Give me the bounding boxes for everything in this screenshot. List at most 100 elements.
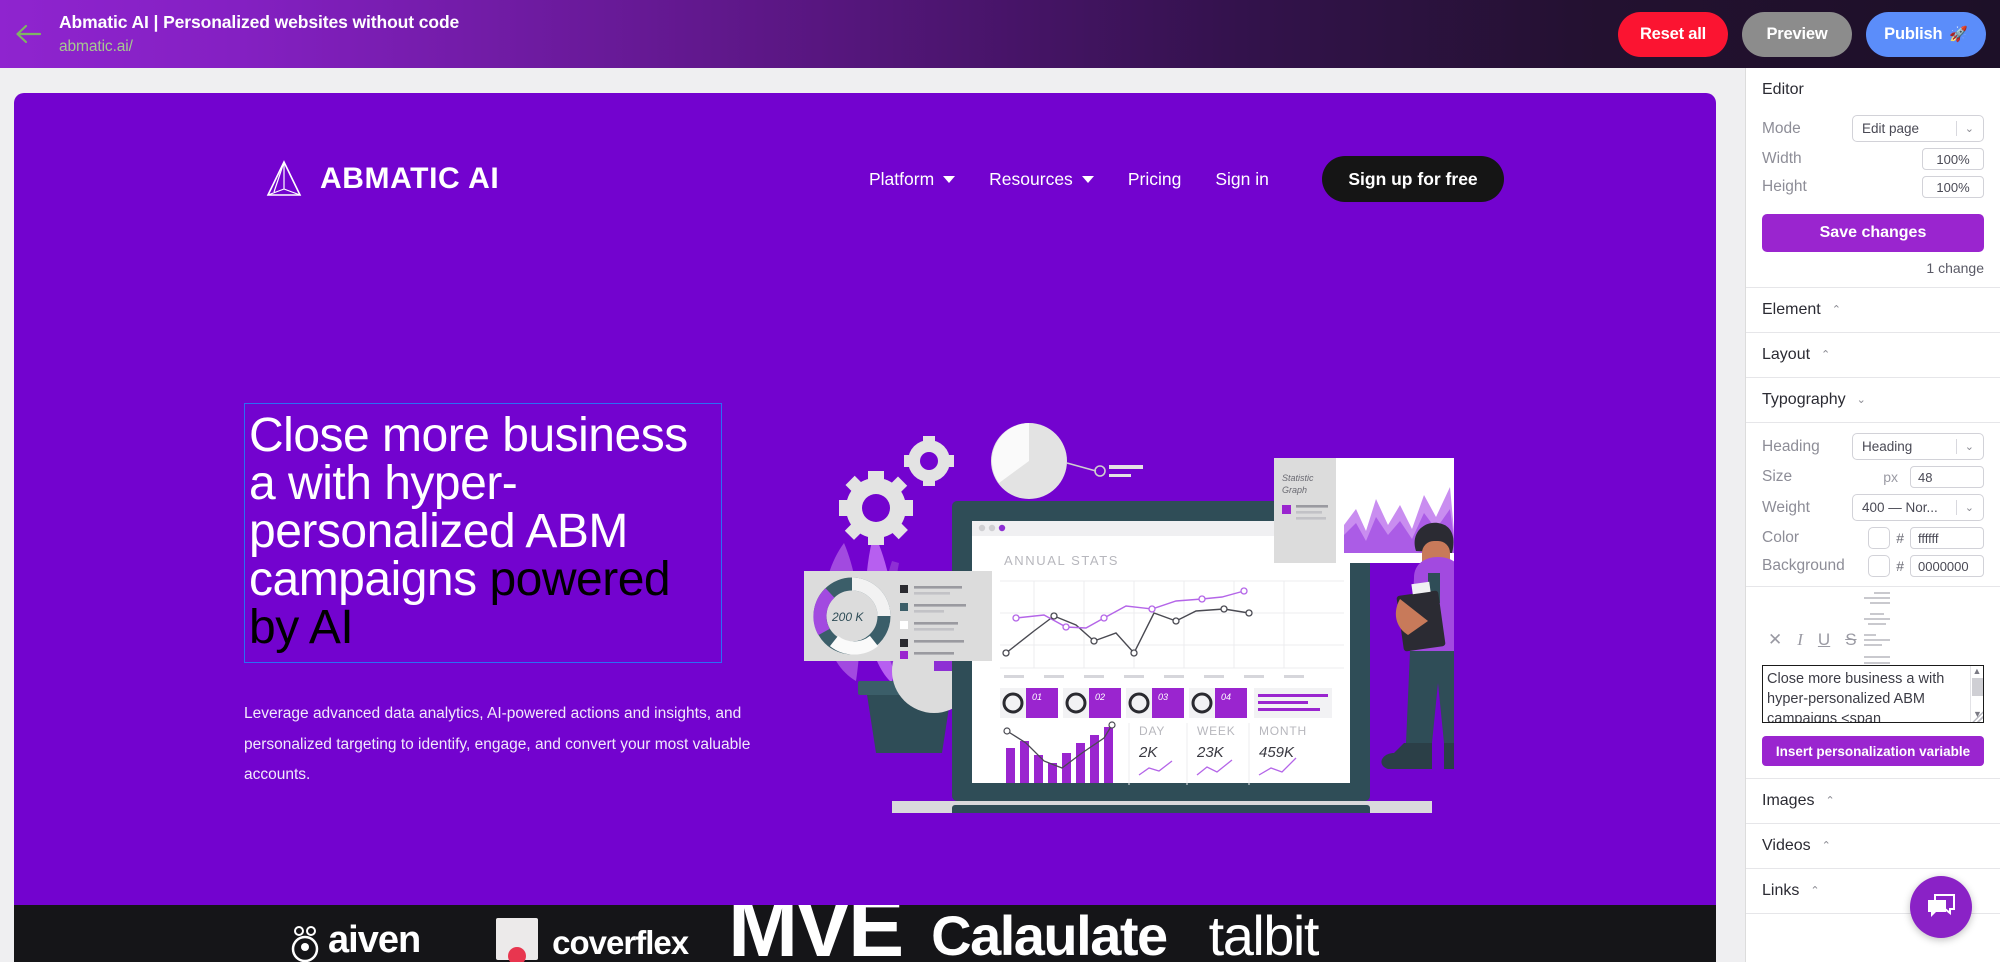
- svg-text:WEEK: WEEK: [1197, 724, 1236, 738]
- logo-label: MVE: [728, 901, 904, 962]
- hero-subcopy: Leverage advanced data analytics, AI-pow…: [244, 705, 751, 784]
- italic-icon[interactable]: I: [1797, 631, 1803, 648]
- section-element[interactable]: Element ⌃: [1746, 288, 2000, 333]
- mode-value: Edit page: [1862, 121, 1920, 136]
- section-title: Layout: [1762, 346, 1811, 363]
- align-center-icon[interactable]: [1864, 612, 1890, 627]
- page-title: Abmatic AI | Personalized websites witho…: [59, 12, 460, 32]
- section-images[interactable]: Images ⌃: [1746, 779, 2000, 824]
- page-url: abmatic.ai/: [59, 38, 133, 55]
- svg-text:Graph: Graph: [1282, 485, 1307, 495]
- insert-personalization-variable-button[interactable]: Insert personalization variable: [1762, 736, 1984, 766]
- height-input[interactable]: 100%: [1922, 176, 1984, 198]
- richtext-toolbar: ✕ I U S: [1746, 587, 2000, 664]
- background-swatch[interactable]: [1868, 555, 1891, 577]
- weight-label: Weight: [1762, 498, 1810, 516]
- heading-value: Heading: [1862, 439, 1913, 454]
- save-changes-button[interactable]: Save changes: [1762, 214, 1984, 252]
- section-title: Links: [1762, 882, 1800, 899]
- size-input[interactable]: 48: [1910, 466, 1984, 488]
- triangle-logo-icon: [266, 160, 302, 196]
- background-label: Background: [1762, 557, 1845, 574]
- section-title: Typography: [1762, 391, 1846, 408]
- heading-label: Heading: [1762, 437, 1820, 455]
- strikethrough-icon[interactable]: S: [1845, 631, 1856, 648]
- mode-select[interactable]: Edit page ⌄: [1852, 115, 1984, 142]
- chevron-down-icon: ⌄: [1964, 502, 1974, 514]
- logo-label: aiven: [328, 919, 421, 961]
- width-label: Width: [1762, 150, 1802, 167]
- heading-html-textarea[interactable]: Close more business a with hyper-persona…: [1762, 665, 1984, 723]
- color-hex-input[interactable]: ffffff: [1910, 527, 1984, 549]
- color-swatch[interactable]: [1868, 527, 1891, 549]
- section-videos[interactable]: Videos ⌃: [1746, 824, 2000, 869]
- align-right-icon[interactable]: [1864, 591, 1890, 606]
- color-controls: # ffffff: [1868, 527, 1984, 549]
- nav-item-resources[interactable]: Resources: [989, 169, 1094, 190]
- background-controls: # 0000000: [1868, 555, 1984, 577]
- hero-headline: Close more business a with hyper-persona…: [249, 412, 717, 652]
- svg-text:02: 02: [1095, 692, 1105, 702]
- chat-widget-button[interactable]: [1910, 876, 1972, 938]
- selected-heading-element[interactable]: Close more business a with hyper-persona…: [244, 403, 722, 663]
- svg-text:DAY: DAY: [1139, 724, 1165, 738]
- select-divider: [1955, 439, 1957, 454]
- section-title: Videos: [1762, 837, 1811, 854]
- hero-text-block: Close more business a with hyper-persona…: [244, 403, 750, 791]
- section-typography[interactable]: Typography ⌄: [1746, 378, 2000, 423]
- svg-text:04: 04: [1221, 692, 1231, 702]
- mode-row: Mode Edit page ⌄: [1746, 112, 2000, 145]
- clear-format-icon[interactable]: ✕: [1768, 631, 1782, 648]
- height-row: Height 100%: [1746, 173, 2000, 201]
- chevron-up-icon: ⌃: [1831, 303, 1841, 316]
- align-left-icon[interactable]: [1864, 633, 1890, 648]
- richtext-format-buttons: ✕ I U S: [1768, 631, 1857, 648]
- width-input[interactable]: 100%: [1922, 148, 1984, 170]
- weight-row: Weight 400 — Nor... ⌄: [1746, 491, 2000, 524]
- nav-label: Pricing: [1127, 168, 1182, 189]
- site-meta: Abmatic AI | Personalized websites witho…: [56, 12, 459, 56]
- signup-cta-button[interactable]: Sign up for free: [1322, 156, 1504, 202]
- preview-site-nav: ABMATIC AI Platform Resources Pricing Si…: [14, 141, 1716, 217]
- back-button[interactable]: [0, 0, 56, 68]
- section-title: Element: [1762, 301, 1821, 318]
- heading-select[interactable]: Heading ⌄: [1852, 433, 1984, 460]
- aiven-mascot-icon: [291, 926, 319, 962]
- heading-row: Heading Heading ⌄: [1746, 430, 2000, 463]
- height-label: Height: [1762, 178, 1807, 195]
- chevron-up-icon: ⌃: [1821, 348, 1831, 361]
- chevron-down-icon: ⌄: [1856, 393, 1866, 406]
- coverflex-mark-icon: [496, 918, 539, 962]
- chevron-down-icon: [943, 175, 956, 183]
- editor-sidebar: Editor Mode Edit page ⌄ Width 100% Heigh…: [1745, 68, 2000, 962]
- select-divider: [1955, 500, 1957, 515]
- textarea-resize-handle[interactable]: [1972, 711, 1983, 722]
- scrollbar-thumb[interactable]: [1972, 678, 1983, 696]
- nav-item-platform[interactable]: Platform: [869, 169, 956, 190]
- section-layout[interactable]: Layout ⌃: [1746, 333, 2000, 378]
- background-hex-input[interactable]: 0000000: [1910, 555, 1984, 577]
- preview-button[interactable]: Preview: [1742, 11, 1852, 57]
- customer-logo-strip: aiven coverflex MVE Calaulate talbit: [14, 901, 1716, 962]
- nav-item-pricing[interactable]: Pricing: [1128, 169, 1182, 190]
- brand-logo[interactable]: ABMATIC AI: [264, 159, 499, 199]
- website-preview-canvas[interactable]: ABMATIC AI Platform Resources Pricing Si…: [14, 93, 1716, 962]
- svg-text:23K: 23K: [1196, 744, 1225, 761]
- topbar-actions: Reset all Preview Publish 🚀: [1618, 0, 1986, 68]
- publish-button[interactable]: Publish 🚀: [1866, 11, 1986, 57]
- nav-item-signin[interactable]: Sign in: [1215, 169, 1269, 190]
- chevron-up-icon: ⌃: [1825, 794, 1835, 807]
- reset-all-button[interactable]: Reset all: [1618, 11, 1728, 57]
- rocket-icon: 🚀: [1949, 26, 1968, 43]
- weight-value: 400 — Nor...: [1862, 500, 1938, 515]
- select-divider: [1955, 121, 1957, 136]
- mode-label: Mode: [1762, 119, 1801, 137]
- scroll-up-icon[interactable]: ▲: [1971, 666, 1983, 677]
- editor-title-label: Editor: [1762, 81, 1804, 98]
- underline-icon[interactable]: U: [1818, 631, 1830, 648]
- background-row: Background # 0000000: [1746, 552, 2000, 580]
- size-row: Size px 48: [1746, 463, 2000, 491]
- weight-select[interactable]: 400 — Nor... ⌄: [1852, 494, 1984, 521]
- svg-text:MONTH: MONTH: [1259, 724, 1307, 738]
